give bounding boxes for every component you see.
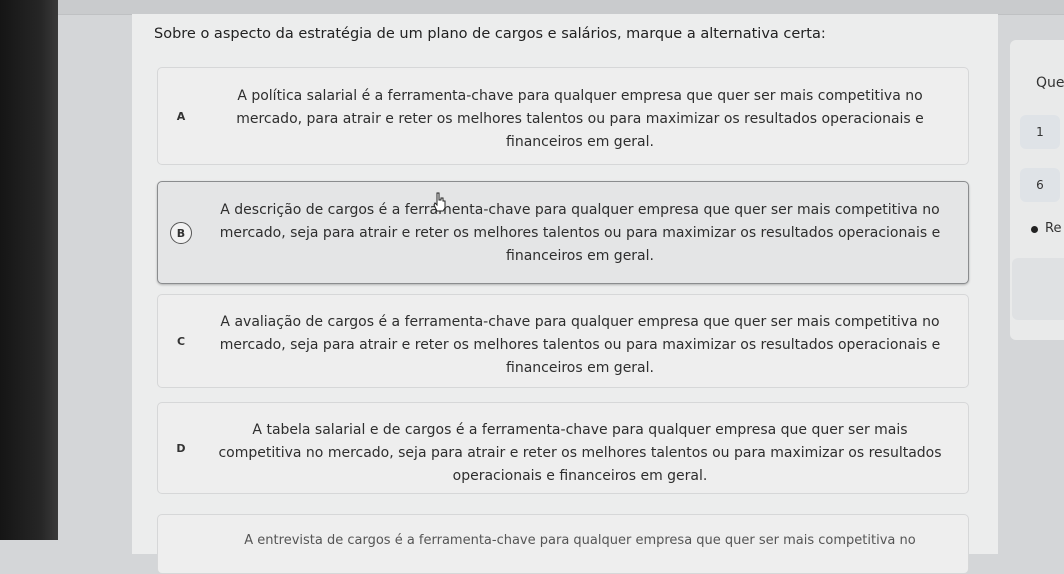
option-e[interactable]: A entrevista de cargos é a ferramenta-ch…: [157, 514, 969, 574]
option-a[interactable]: A A política salarial é a ferramenta-cha…: [157, 67, 969, 165]
option-c[interactable]: C A avaliação de cargos é a ferramenta-c…: [157, 294, 969, 388]
monitor-bezel: [0, 0, 58, 540]
option-letter: A: [176, 110, 186, 123]
side-status-text: Re: [1045, 221, 1062, 236]
option-text: A avaliação de cargos é a ferramenta-cha…: [206, 311, 954, 380]
option-letter: B: [170, 222, 192, 244]
status-dot-icon: [1031, 226, 1038, 233]
question-number-6[interactable]: 6: [1020, 168, 1060, 202]
question-number-1[interactable]: 1: [1020, 115, 1060, 149]
option-text-line: competitiva no mercado, seja para atrair…: [218, 445, 942, 461]
option-text-line: financeiros em geral.: [506, 360, 654, 376]
option-text-line: financeiros em geral.: [506, 248, 654, 264]
option-text-line: operacionais e financeiros em geral.: [452, 468, 708, 484]
option-text-line: mercado, seja para atrair e reter os mel…: [219, 337, 941, 353]
option-text-line: A política salarial é a ferramenta-chave…: [237, 88, 923, 104]
option-text-line: mercado, para atrair e reter os melhores…: [236, 111, 924, 127]
option-text-line: A entrevista de cargos é a ferramenta-ch…: [244, 533, 916, 548]
side-action-box[interactable]: [1012, 258, 1064, 320]
question-title: Sobre o aspecto da estratégia de um plan…: [154, 26, 826, 42]
option-text-line: A tabela salarial e de cargos é a ferram…: [252, 422, 908, 438]
top-bar: [58, 0, 1064, 15]
option-letter: D: [176, 442, 186, 455]
side-panel-label: Que: [1036, 75, 1064, 91]
hand-cursor-icon: [433, 192, 446, 212]
option-text: A política salarial é a ferramenta-chave…: [206, 85, 954, 154]
option-text-line: financeiros em geral.: [506, 134, 654, 150]
option-letter: C: [176, 335, 186, 348]
option-text-line: A descrição de cargos é a ferramenta-cha…: [220, 202, 940, 218]
option-text-line: mercado, seja para atrair e reter os mel…: [219, 225, 941, 241]
option-d[interactable]: D A tabela salarial e de cargos é a ferr…: [157, 402, 969, 494]
option-text: A descrição de cargos é a ferramenta-cha…: [206, 199, 954, 268]
option-text-line: A avaliação de cargos é a ferramenta-cha…: [220, 314, 940, 330]
option-b[interactable]: B A descrição de cargos é a ferramenta-c…: [157, 181, 969, 284]
option-text: A tabela salarial e de cargos é a ferram…: [206, 419, 954, 488]
option-text: A entrevista de cargos é a ferramenta-ch…: [206, 529, 954, 552]
question-panel: Sobre o aspecto da estratégia de um plan…: [132, 14, 998, 574]
